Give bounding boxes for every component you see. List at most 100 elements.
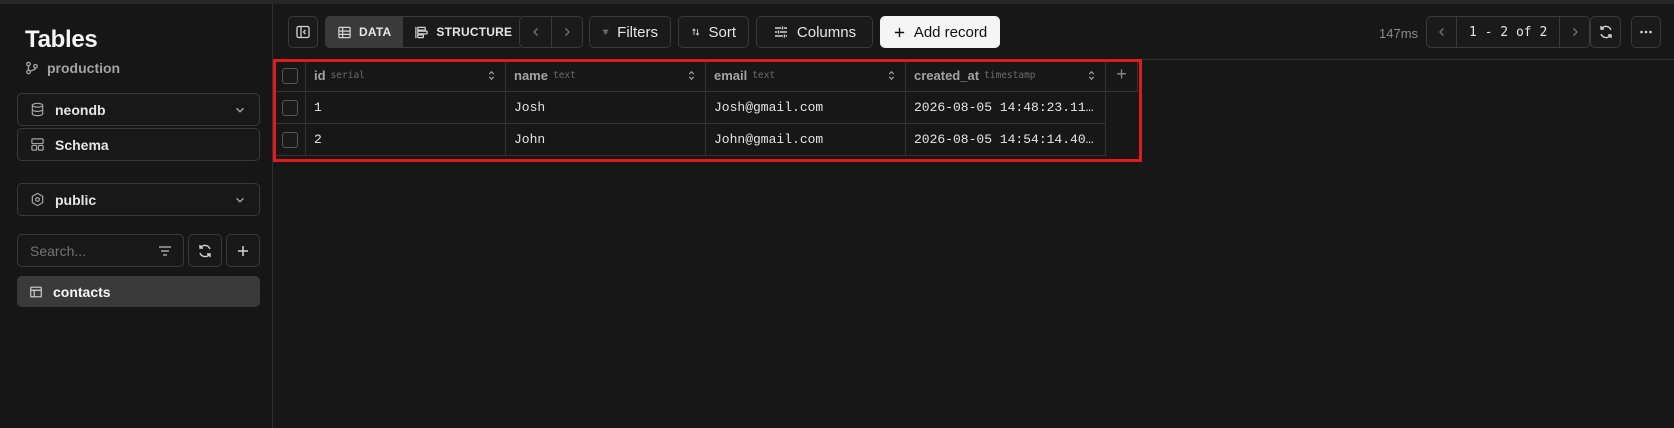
sort-arrows-icon	[692, 28, 700, 36]
chevron-left-icon	[532, 28, 538, 36]
table-search-input[interactable]	[28, 241, 148, 260]
cell-email[interactable]: John@gmail.com	[706, 124, 906, 156]
chevron-down-icon	[236, 107, 244, 113]
toolbar: DATA STRUCTURE Filters Sort Columns Add …	[273, 4, 1674, 60]
column-name: id	[314, 68, 326, 83]
previous-button[interactable]	[520, 17, 551, 47]
row-select-cell	[275, 92, 306, 124]
sort-toggle-icon[interactable]	[686, 70, 697, 81]
schema-select-value: public	[55, 191, 97, 208]
sort-button[interactable]: Sort	[678, 16, 749, 48]
cell-created-at-value: 2026-08-05 14:54:14.40…	[914, 132, 1094, 147]
column-header-id[interactable]: id serial	[306, 60, 506, 92]
refresh-icon	[199, 244, 211, 257]
column-header-name[interactable]: name text	[506, 60, 706, 92]
schema-button[interactable]: Schema	[17, 128, 260, 161]
refresh-tables-button[interactable]	[188, 234, 222, 267]
sort-toggle-icon[interactable]	[486, 70, 497, 81]
column-type: serial	[330, 70, 365, 81]
row-checkbox[interactable]	[282, 99, 298, 116]
plus-icon	[894, 27, 904, 37]
column-name: email	[714, 68, 748, 83]
sort-label: Sort	[708, 23, 736, 41]
branch-indicator[interactable]: production	[25, 60, 120, 76]
filter-lines-icon	[602, 29, 609, 35]
sort-toggle-icon[interactable]	[1086, 70, 1097, 81]
sidebar-title: Tables	[25, 26, 98, 53]
app-window: Tables production neondb Schema public S…	[0, 0, 1674, 428]
columns-button[interactable]: Columns	[756, 16, 873, 48]
column-header-email[interactable]: email text	[706, 60, 906, 92]
pagination-text: 1 - 2 of 2	[1456, 17, 1561, 47]
sliders-icon	[774, 26, 787, 38]
sidebar-item-label: contacts	[53, 283, 111, 300]
database-select[interactable]: neondb	[17, 93, 260, 126]
row-checkbox[interactable]	[282, 131, 298, 148]
query-timing: 147ms	[1379, 26, 1419, 41]
cell-created-at[interactable]: 2026-08-05 14:48:23.11…	[906, 92, 1106, 124]
page-prev-button[interactable]	[1427, 17, 1456, 47]
chevron-left-icon	[1438, 28, 1444, 36]
column-type: timestamp	[984, 70, 1036, 81]
filters-button[interactable]: Filters	[589, 16, 671, 48]
sidebar: Tables production neondb Schema public S…	[0, 4, 273, 428]
refresh-icon	[1599, 25, 1612, 39]
table-header-row: id serial name text email text created_at ti…	[275, 60, 1138, 92]
table-search[interactable]	[17, 234, 184, 267]
add-record-label: Add record	[913, 23, 988, 41]
schema-label: Schema	[55, 136, 109, 153]
structure-icon	[415, 26, 429, 38]
pagination: 1 - 2 of 2	[1426, 16, 1591, 48]
row-select-cell	[275, 124, 306, 156]
column-name: name	[514, 68, 548, 83]
more-horizontal-icon	[1640, 30, 1652, 34]
branch-name: production	[47, 60, 121, 76]
schema-select[interactable]: public	[17, 183, 260, 216]
table-row: 1 Josh Josh@gmail.com 2026-08-05 14:48:2…	[275, 92, 1106, 124]
chevron-right-icon	[1572, 28, 1578, 36]
add-table-button[interactable]	[226, 234, 260, 267]
next-button[interactable]	[551, 17, 582, 47]
tab-structure[interactable]: STRUCTURE	[402, 17, 524, 47]
column-name: created_at	[914, 68, 980, 83]
column-type: text	[752, 70, 776, 81]
cell-name[interactable]: Josh	[506, 92, 706, 124]
table-row: 2 John John@gmail.com 2026-08-05 14:54:1…	[275, 124, 1106, 156]
schema-network-icon	[31, 192, 44, 207]
add-column-button[interactable]: +	[1106, 60, 1138, 92]
tab-data-label: DATA	[359, 25, 392, 39]
select-all-cell	[275, 60, 306, 92]
sidebar-collapse-icon	[296, 25, 310, 39]
toggle-sidebar-button[interactable]	[288, 16, 318, 48]
select-all-checkbox[interactable]	[282, 67, 298, 84]
schema-icon	[31, 138, 44, 151]
column-header-created-at[interactable]: created_at timestamp	[906, 60, 1106, 92]
table-icon	[30, 286, 42, 297]
cell-id[interactable]: 1	[306, 92, 506, 124]
row-navigation	[519, 16, 583, 48]
sidebar-item-contacts[interactable]: contacts	[17, 276, 260, 307]
chevron-down-icon	[236, 197, 244, 203]
cell-created-at[interactable]: 2026-08-05 14:54:14.40…	[906, 124, 1106, 156]
tab-data[interactable]: DATA	[326, 17, 403, 47]
page-next-button[interactable]	[1560, 17, 1589, 47]
add-record-button[interactable]: Add record	[880, 16, 1000, 48]
view-toggle: DATA STRUCTURE	[325, 16, 525, 48]
filters-label: Filters	[617, 23, 658, 41]
cell-id[interactable]: 2	[306, 124, 506, 156]
sort-toggle-icon[interactable]	[886, 70, 897, 81]
cell-name[interactable]: John	[506, 124, 706, 156]
plus-icon	[238, 245, 248, 256]
filter-lines-icon[interactable]	[157, 243, 173, 259]
column-type: text	[552, 70, 576, 81]
cell-created-at-value: 2026-08-05 14:48:23.11…	[914, 100, 1094, 115]
tab-structure-label: STRUCTURE	[436, 25, 513, 39]
database-name: neondb	[55, 101, 106, 118]
git-branch-icon	[26, 61, 38, 75]
grid-icon	[338, 26, 351, 38]
database-icon	[31, 102, 44, 117]
more-options-button[interactable]	[1631, 16, 1661, 48]
cell-email[interactable]: Josh@gmail.com	[706, 92, 906, 124]
chevron-right-icon	[565, 28, 570, 36]
refresh-data-button[interactable]	[1590, 16, 1621, 48]
